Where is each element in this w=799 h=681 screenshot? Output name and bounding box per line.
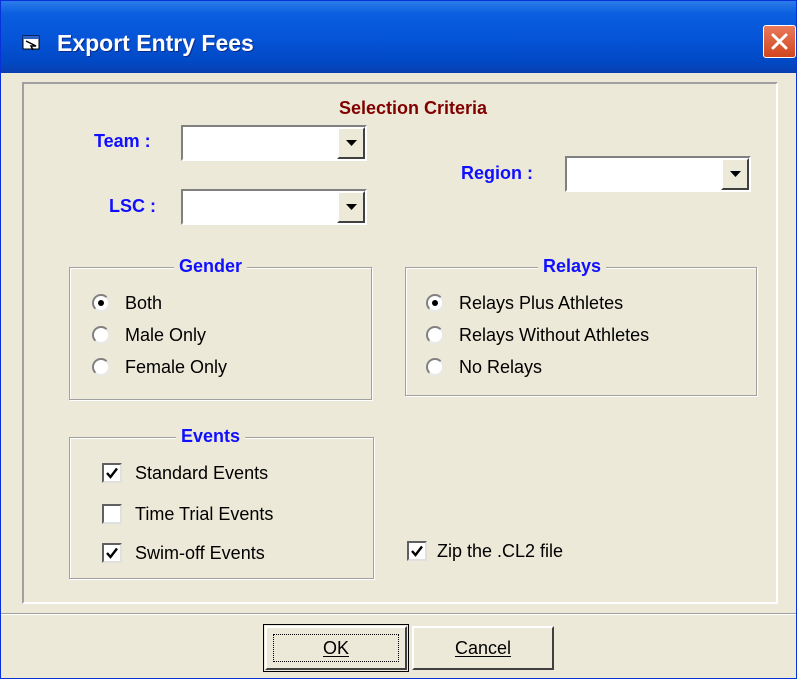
- region-label: Region :: [461, 163, 533, 183]
- dialog-client-area: Selection Criteria Team : Region : LSC :: [1, 73, 796, 678]
- gender-group: Gender Both Male Only Female Only: [69, 256, 372, 400]
- gender-both-radio[interactable]: [92, 294, 110, 312]
- lsc-dropdown-button[interactable]: [337, 191, 365, 223]
- team-dropdown[interactable]: [181, 125, 367, 161]
- footer-separator: [1, 613, 796, 615]
- team-dropdown-button[interactable]: [337, 127, 365, 159]
- team-label: Team :: [94, 131, 151, 151]
- gender-male-radio[interactable]: [92, 326, 110, 344]
- gender-group-title: Gender: [174, 256, 248, 277]
- checkmark-icon: [106, 467, 118, 479]
- chevron-down-icon: [730, 171, 741, 177]
- selection-criteria-title: Selection Criteria: [339, 98, 488, 118]
- close-button[interactable]: [763, 25, 796, 58]
- standard-events-checkbox[interactable]: [102, 463, 122, 483]
- relays-group-title: Relays: [538, 256, 607, 277]
- ok-button-label: OK: [322, 638, 349, 658]
- cancel-button-label: Cancel: [454, 638, 512, 658]
- relays-group: Relays Relays Plus Athletes Relays Witho…: [405, 256, 757, 396]
- window-title: Export Entry Fees: [57, 30, 254, 56]
- events-group: Events Standard Events Time Trial Events…: [69, 426, 374, 579]
- events-group-title: Events: [176, 426, 246, 447]
- chevron-down-icon: [346, 204, 357, 210]
- relays-plus-athletes-label: Relays Plus Athletes: [459, 293, 624, 313]
- relays-none-radio[interactable]: [426, 358, 444, 376]
- relays-without-athletes-radio[interactable]: [426, 326, 444, 344]
- title-bar[interactable]: Export Entry Fees: [1, 1, 796, 73]
- zip-cl2-checkbox[interactable]: [407, 541, 427, 561]
- lsc-dropdown[interactable]: [181, 189, 367, 225]
- cancel-button[interactable]: Cancel: [412, 626, 554, 670]
- standard-events-label: Standard Events: [135, 463, 269, 483]
- relays-plus-athletes-radio[interactable]: [426, 294, 444, 312]
- ok-button[interactable]: OK: [263, 624, 409, 672]
- gender-both-label: Both: [125, 293, 163, 313]
- lsc-label: LSC :: [109, 196, 156, 216]
- gender-female-label: Female Only: [125, 357, 228, 377]
- criteria-panel: Selection Criteria Team : Region : LSC :: [22, 82, 778, 604]
- gender-male-label: Male Only: [125, 325, 207, 345]
- swim-off-events-checkbox[interactable]: [102, 543, 122, 563]
- gender-female-radio[interactable]: [92, 358, 110, 376]
- time-trial-events-label: Time Trial Events: [135, 504, 274, 524]
- close-icon: [771, 33, 788, 50]
- checkmark-icon: [411, 545, 423, 557]
- swim-off-events-label: Swim-off Events: [135, 543, 265, 563]
- region-dropdown[interactable]: [565, 156, 751, 192]
- relays-without-athletes-label: Relays Without Athletes: [459, 325, 650, 345]
- chevron-down-icon: [346, 140, 357, 146]
- time-trial-events-checkbox[interactable]: [102, 504, 122, 524]
- relays-none-label: No Relays: [459, 357, 543, 377]
- zip-cl2-label: Zip the .CL2 file: [437, 541, 564, 561]
- dialog-window: Export Entry Fees Selection Criteria Tea…: [0, 0, 797, 679]
- checkmark-icon: [106, 547, 118, 559]
- region-dropdown-button[interactable]: [721, 158, 749, 190]
- app-icon: [22, 35, 40, 51]
